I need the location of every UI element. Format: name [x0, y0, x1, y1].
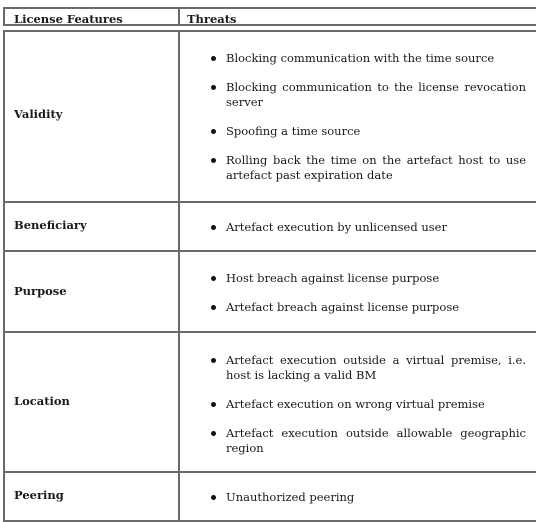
bullet-icon	[211, 402, 216, 407]
row-divider	[3, 201, 536, 203]
list-item: Unauthorized peering	[211, 490, 526, 505]
list-item: Artefact execution on wrong virtual prem…	[211, 397, 526, 412]
threat-list: Unauthorized peering	[211, 490, 526, 505]
list-item: Artefact execution by unlicensed user	[211, 220, 526, 235]
list-item: Spoofing a time source	[211, 124, 526, 139]
list-item: Blocking communication with the time sou…	[211, 51, 526, 66]
threat-list: Artefact execution outside a virtual pre…	[211, 353, 526, 456]
header-threats: Threats	[187, 12, 237, 26]
row-divider	[3, 331, 536, 333]
header-left-border	[3, 7, 5, 26]
feature-location: Location	[14, 394, 70, 408]
feature-beneficiary: Beneficiary	[14, 218, 87, 232]
bullet-icon	[211, 56, 216, 61]
header-license-features: License Features	[14, 12, 123, 26]
bullet-icon	[211, 85, 216, 90]
threat-list: Artefact execution by unlicensed user	[211, 220, 526, 235]
list-item: Host breach against license purpose	[211, 271, 526, 286]
bullet-icon	[211, 225, 216, 230]
list-item: Rolling back the time on the artefact ho…	[211, 153, 526, 183]
row-divider	[3, 471, 536, 473]
body-top-border	[3, 30, 536, 32]
table-top-border	[3, 7, 536, 9]
feature-peering: Peering	[14, 488, 64, 502]
bullet-icon	[211, 495, 216, 500]
row-divider	[3, 250, 536, 252]
bullet-icon	[211, 158, 216, 163]
list-item: Artefact breach against license purpose	[211, 300, 526, 315]
threat-list: Blocking communication with the time sou…	[211, 51, 526, 183]
bullet-icon	[211, 129, 216, 134]
bullet-icon	[211, 276, 216, 281]
bullet-icon	[211, 431, 216, 436]
header-column-divider	[178, 7, 180, 26]
feature-validity: Validity	[14, 107, 63, 121]
list-item: Artefact execution outside a virtual pre…	[211, 353, 526, 383]
body-column-divider	[178, 30, 180, 522]
feature-purpose: Purpose	[14, 284, 67, 298]
list-item: Blocking communication to the license re…	[211, 80, 526, 110]
list-item: Artefact execution outside allowable geo…	[211, 426, 526, 456]
threat-list: Host breach against license purpose Arte…	[211, 271, 526, 315]
bullet-icon	[211, 358, 216, 363]
body-left-border	[3, 30, 5, 522]
bullet-icon	[211, 305, 216, 310]
